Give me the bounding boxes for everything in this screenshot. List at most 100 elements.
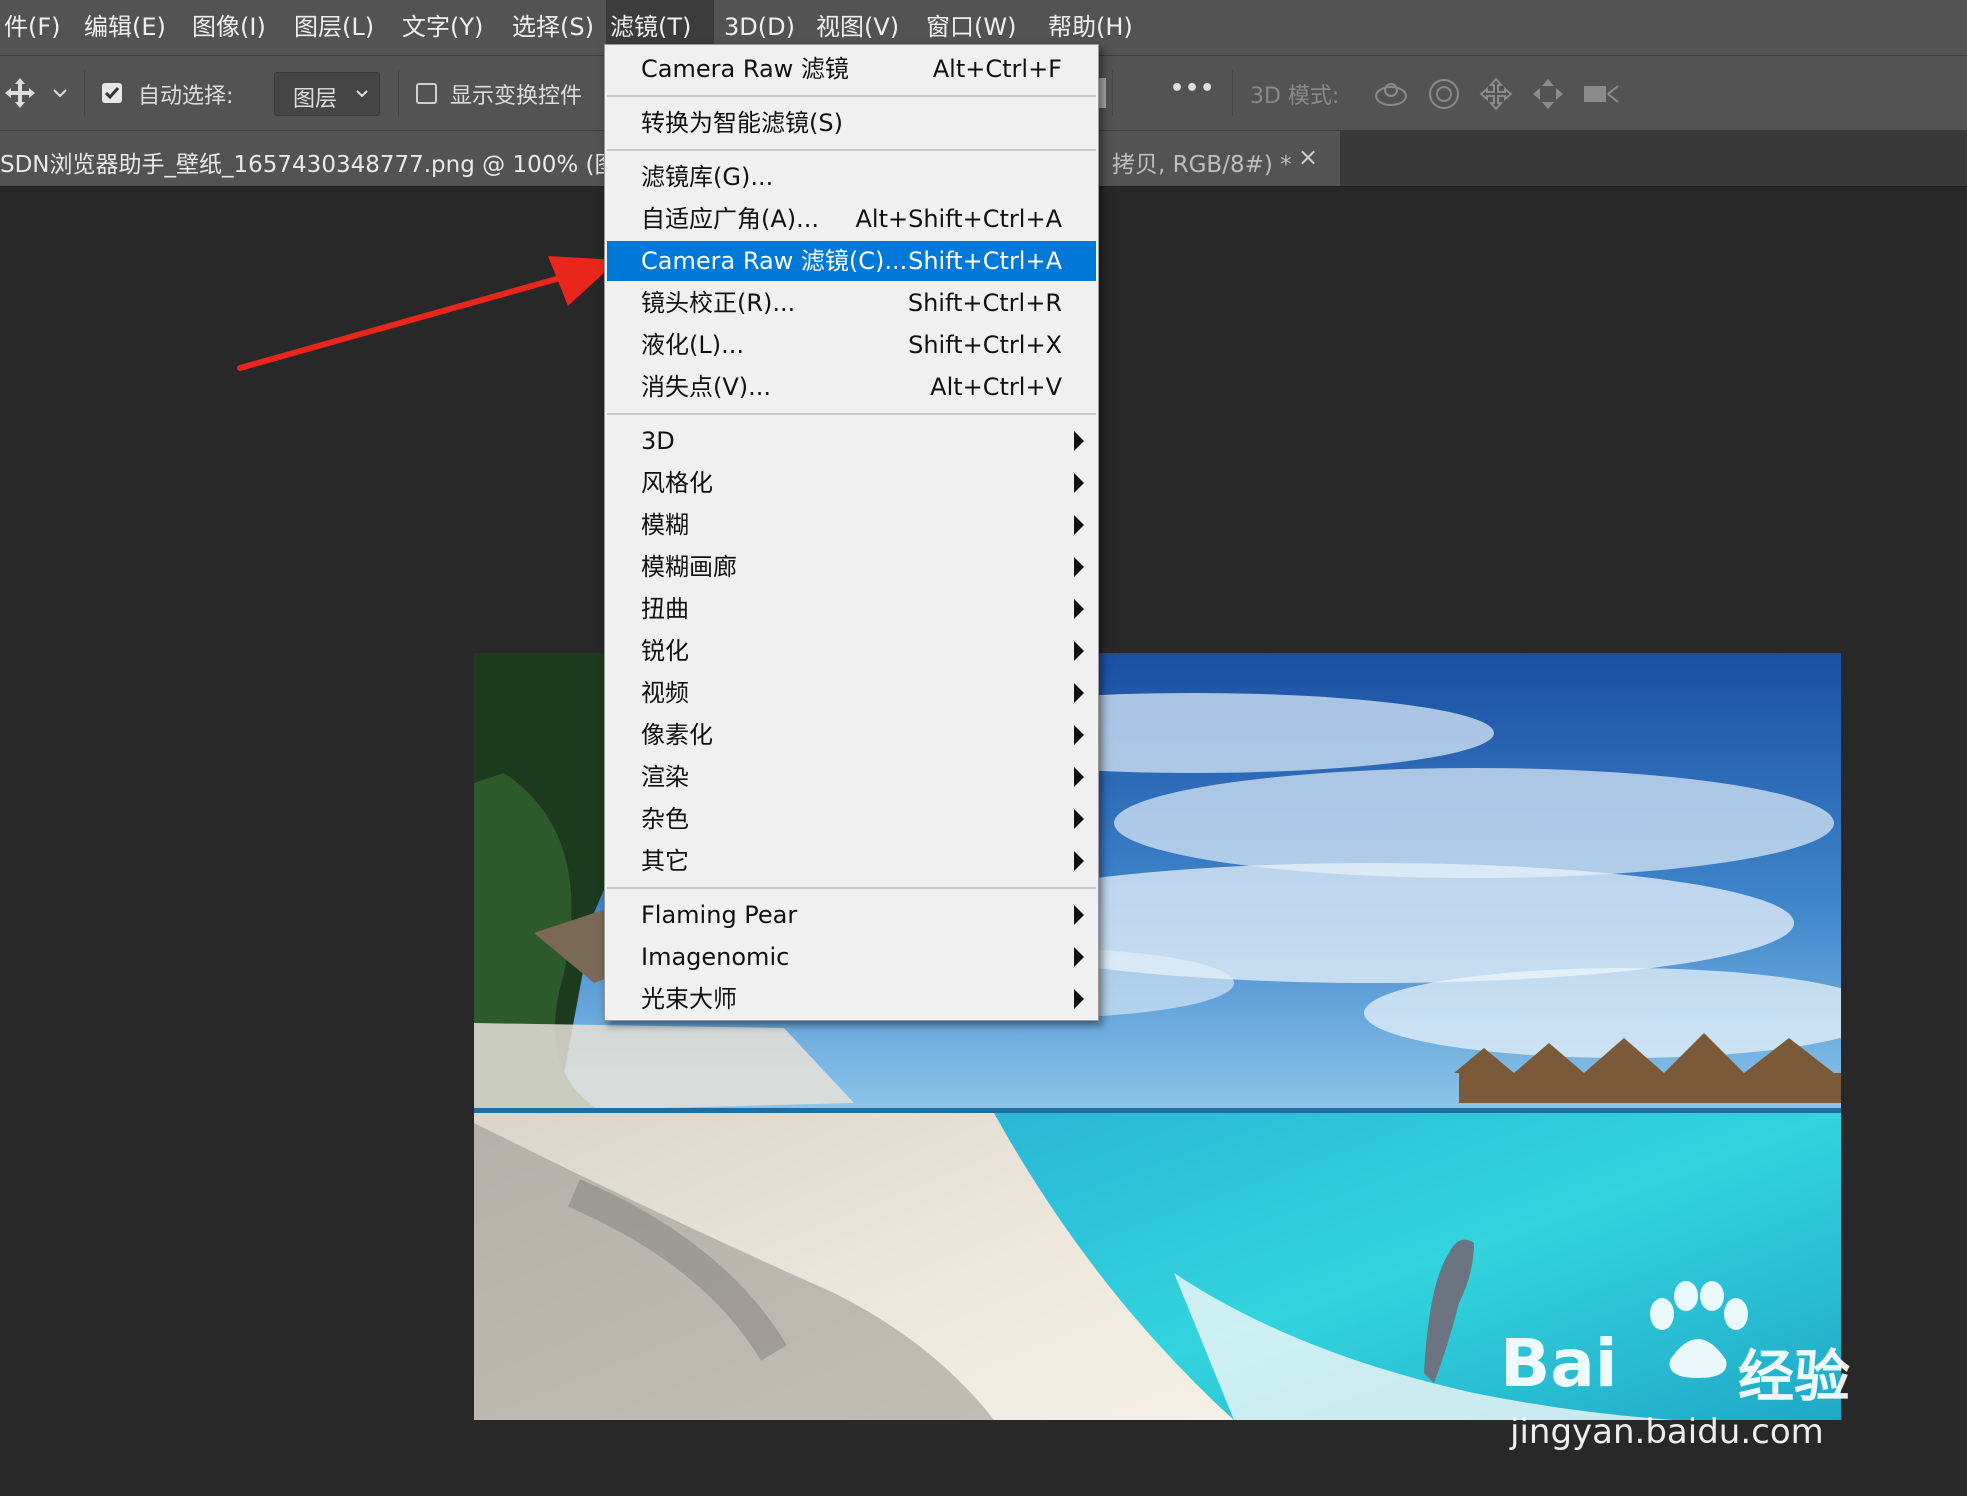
3d-roll-icon[interactable] — [1426, 76, 1462, 112]
baidu-jingyan-watermark: Bai 经验 jingyan.baidu.com — [1500, 1280, 1900, 1460]
filter-menu-item[interactable]: Camera Raw 滤镜(C)... Shift+Ctrl+A — [607, 241, 1096, 281]
filter-menu-item[interactable]: 滤镜库(G)... — [607, 157, 1096, 197]
filter-menu-item[interactable]: 渲染 — [607, 757, 1096, 797]
show-transform-label: 显示变换控件 — [450, 84, 583, 109]
filter-menu-item-label: Flaming Pear — [641, 901, 798, 929]
submenu-arrow-icon — [1074, 905, 1084, 925]
menu-2[interactable]: 图像(I) — [188, 0, 276, 55]
tool-preset-chevron-icon[interactable] — [52, 88, 68, 100]
filter-menu-item-label: 液化(L)... — [641, 331, 744, 359]
menu-3[interactable]: 图层(L) — [290, 0, 378, 55]
close-tab-icon[interactable]: × — [1298, 143, 1318, 171]
options-separator — [84, 70, 85, 116]
filter-menu-item[interactable]: 像素化 — [607, 715, 1096, 755]
filter-menu-item[interactable]: 视频 — [607, 673, 1096, 713]
filter-menu-item-label: 风格化 — [641, 469, 713, 497]
submenu-arrow-icon — [1074, 557, 1084, 577]
filter-menu-item-label: 自适应广角(A)... — [641, 205, 820, 233]
auto-select-checkbox[interactable] — [102, 83, 122, 103]
filter-menu-item-label: Camera Raw 滤镜(C)... — [641, 247, 908, 275]
filter-menu-item-label: Imagenomic — [641, 943, 790, 971]
more-options-button[interactable]: ••• — [1170, 76, 1215, 101]
filter-menu-item[interactable]: 模糊 — [607, 505, 1096, 545]
filter-menu-item-shortcut: Shift+Ctrl+R — [907, 289, 1062, 317]
filter-menu-item[interactable]: 锐化 — [607, 631, 1096, 671]
filter-menu-item-label: 滤镜库(G)... — [641, 163, 774, 191]
3d-pan-icon[interactable] — [1478, 76, 1514, 112]
watermark-url: jingyan.baidu.com — [1510, 1412, 1824, 1452]
menu-separator — [607, 149, 1096, 151]
options-separator — [1232, 70, 1233, 116]
filter-menu-item[interactable]: 杂色 — [607, 799, 1096, 839]
3d-scale-camera-icon[interactable] — [1582, 80, 1622, 108]
filter-menu-item-shortcut: Shift+Ctrl+X — [908, 331, 1062, 359]
menu-separator — [607, 413, 1096, 415]
filter-menu-item[interactable]: 镜头校正(R)... Shift+Ctrl+R — [607, 283, 1096, 323]
align-icon[interactable] — [1098, 78, 1106, 108]
submenu-arrow-icon — [1074, 683, 1084, 703]
move-tool-icon[interactable] — [4, 77, 36, 109]
filter-menu-item-shortcut: Alt+Ctrl+V — [930, 373, 1062, 401]
filter-menu-dropdown: Camera Raw 滤镜 Alt+Ctrl+F 转换为智能滤镜(S) 滤镜库(G).… — [604, 44, 1099, 1021]
filter-menu-item[interactable]: 模糊画廊 — [607, 547, 1096, 587]
watermark-brand: Bai — [1500, 1325, 1618, 1402]
submenu-arrow-icon — [1074, 599, 1084, 619]
filter-menu-item-label: 镜头校正(R)... — [641, 289, 796, 317]
submenu-arrow-icon — [1074, 767, 1084, 787]
submenu-arrow-icon — [1074, 809, 1084, 829]
menu-1[interactable]: 编辑(E) — [80, 0, 168, 55]
filter-menu-item[interactable]: 光束大师 — [607, 979, 1096, 1019]
chevron-down-icon — [356, 90, 368, 98]
3d-mode-label: 3D 模式: — [1250, 84, 1340, 109]
submenu-arrow-icon — [1074, 947, 1084, 967]
options-separator — [1112, 70, 1113, 116]
filter-menu-item[interactable]: 消失点(V)... Alt+Ctrl+V — [607, 367, 1096, 407]
filter-menu-item[interactable]: 自适应广角(A)... Alt+Shift+Ctrl+A — [607, 199, 1096, 239]
filter-menu-item-label: 视频 — [641, 679, 689, 707]
filter-menu-item-label: 渲染 — [641, 763, 689, 791]
checkmark-icon — [104, 87, 120, 100]
menu-0[interactable]: 件(F) — [0, 0, 61, 55]
filter-menu-item[interactable]: Flaming Pear — [607, 895, 1096, 935]
filter-menu-item[interactable]: 风格化 — [607, 463, 1096, 503]
auto-select-dropdown-value: 图层 — [293, 87, 338, 112]
submenu-arrow-icon — [1074, 473, 1084, 493]
document-tab-title: SDN浏览器助手_壁纸_1657430348777.png @ 100% (图 — [0, 152, 618, 178]
menu-separator — [607, 95, 1096, 97]
filter-menu-item-label: 模糊 — [641, 511, 689, 539]
filter-menu-item-label: 3D — [641, 427, 675, 455]
3d-slide-icon[interactable] — [1530, 76, 1566, 112]
filter-menu-item[interactable]: Camera Raw 滤镜 Alt+Ctrl+F — [607, 49, 1096, 89]
filter-menu-item-label: 扭曲 — [641, 595, 689, 623]
submenu-arrow-icon — [1074, 641, 1084, 661]
filter-menu-item-label: 其它 — [641, 847, 689, 875]
menu-separator — [607, 887, 1096, 889]
filter-menu-item[interactable]: 3D — [607, 421, 1096, 461]
filter-menu-item-label: 像素化 — [641, 721, 713, 749]
red-arrow-annotation — [237, 256, 618, 371]
filter-menu-item[interactable]: 转换为智能滤镜(S) — [607, 103, 1096, 143]
filter-menu-item-label: Camera Raw 滤镜 — [641, 55, 849, 83]
menu-4[interactable]: 文字(Y) — [398, 0, 486, 55]
submenu-arrow-icon — [1074, 851, 1084, 871]
filter-menu-item-label: 锐化 — [641, 637, 689, 665]
submenu-arrow-icon — [1074, 989, 1084, 1009]
submenu-arrow-icon — [1074, 515, 1084, 535]
submenu-arrow-icon — [1074, 725, 1084, 745]
paw-logo-icon — [1650, 1281, 1748, 1378]
filter-menu-item-shortcut: Shift+Ctrl+A — [908, 247, 1062, 275]
filter-menu-item-label: 光束大师 — [641, 985, 737, 1013]
filter-menu-item[interactable]: 扭曲 — [607, 589, 1096, 629]
show-transform-checkbox[interactable] — [416, 83, 437, 104]
filter-menu-item[interactable]: 液化(L)... Shift+Ctrl+X — [607, 325, 1096, 365]
filter-menu-item-shortcut: Alt+Shift+Ctrl+A — [855, 205, 1063, 233]
watermark-brand-tail: 经验 — [1738, 1345, 1850, 1410]
menu-5[interactable]: 选择(S) — [508, 0, 596, 55]
3d-orbit-icon[interactable] — [1372, 76, 1410, 112]
filter-menu-item[interactable]: Imagenomic — [607, 937, 1096, 977]
options-separator — [398, 70, 399, 116]
filter-menu-item[interactable]: 其它 — [607, 841, 1096, 881]
auto-select-dropdown[interactable]: 图层 — [274, 72, 380, 116]
document-tab-title-suffix: 拷贝, RGB/8#) * — [1112, 152, 1292, 178]
filter-menu-item-label: 模糊画廊 — [641, 553, 737, 581]
